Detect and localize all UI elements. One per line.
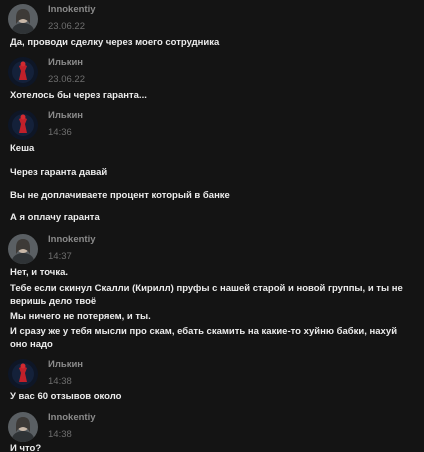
message-time: 14:38	[48, 376, 72, 387]
message-text: Нет, и точка.	[10, 267, 69, 278]
chat-history[interactable]: Innokentiy 23.06.22 Да, проводи сделку ч…	[0, 0, 424, 452]
message-text: Тебе если скинул Скалли (Кирилл) пруфы с…	[10, 283, 403, 294]
message-time: 14:37	[48, 251, 72, 262]
avatar[interactable]	[8, 412, 38, 442]
girl-portrait-icon	[8, 4, 38, 34]
girl-portrait-icon	[8, 234, 38, 264]
avatar[interactable]	[8, 57, 38, 87]
girl-portrait-icon	[8, 412, 38, 442]
author-name[interactable]: Innokentiy	[48, 4, 96, 15]
message-time: 14:36	[48, 127, 72, 138]
message-text: И что?	[10, 443, 42, 452]
message-text: Хотелось бы через гаранта...	[10, 90, 147, 101]
avatar[interactable]	[8, 359, 38, 389]
message-text: Вы не доплачиваете процент который в бан…	[10, 190, 230, 201]
message-text: Да, проводи сделку через моего сотрудник…	[10, 37, 220, 48]
author-name[interactable]: Innokentiy	[48, 412, 96, 423]
message-text: Через гаранта давай	[10, 167, 108, 178]
message-text: Мы ничего не потеряем, и ты.	[10, 311, 151, 322]
red-figure-icon	[8, 110, 38, 140]
message-text: У вас 60 отзывов около	[10, 391, 122, 402]
avatar[interactable]	[8, 110, 38, 140]
message-text: Кеша	[10, 143, 35, 154]
author-name[interactable]: Илькин	[48, 57, 83, 68]
avatar[interactable]	[8, 4, 38, 34]
message-text: И сразу же у тебя мысли про скам, ебать …	[10, 326, 398, 337]
author-name[interactable]: Илькин	[48, 359, 83, 370]
message-time: 23.06.22	[48, 21, 85, 32]
author-name[interactable]: Innokentiy	[48, 234, 96, 245]
message-time: 14:38	[48, 429, 72, 440]
avatar[interactable]	[8, 234, 38, 264]
red-figure-icon	[8, 359, 38, 389]
message-text: оно надо	[10, 339, 53, 350]
message-time: 23.06.22	[48, 74, 85, 85]
author-name[interactable]: Илькин	[48, 110, 83, 121]
message-text: А я оплачу гаранта	[10, 212, 100, 223]
red-figure-icon	[8, 57, 38, 87]
message-text: веришь дело твоё	[10, 296, 97, 307]
